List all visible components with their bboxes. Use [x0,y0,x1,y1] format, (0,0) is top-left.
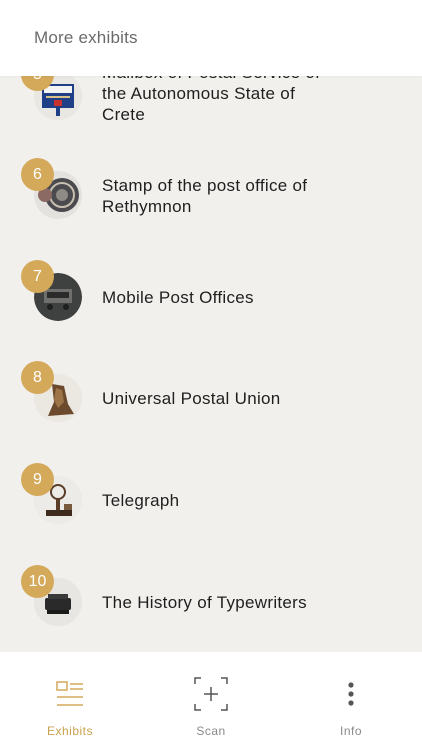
exhibit-number-badge: 9 [21,463,54,496]
exhibit-title: Stamp of the post office of Rethymnon [102,176,308,216]
exhibit-item-7[interactable]: 7 Mobile Post Offices [0,252,422,352]
exhibit-list: 5 Mailbox of Postal Service of the Auton… [0,0,422,652]
more-vertical-icon [331,674,371,714]
exhibit-title: Universal Postal Union [102,389,281,408]
exhibit-item-10[interactable]: 10 The History of Typewriters [0,557,422,652]
tab-label: Exhibits [46,724,94,738]
tab-label: Scan [196,724,226,738]
tab-label: Info [339,724,362,738]
exhibit-title: Mobile Post Offices [102,288,254,307]
exhibit-number-badge: 10 [21,565,54,598]
exhibit-item-8[interactable]: 8 Universal Postal Union [0,353,422,453]
exhibit-title: Telegraph [102,491,180,510]
exhibit-number-badge: 7 [21,260,54,293]
app-header: More exhibits [0,0,422,76]
exhibit-item-9[interactable]: 9 Telegraph [0,455,422,555]
exhibit-number-badge: 6 [21,158,54,191]
bottom-tab-bar: Exhibits Scan Info [0,652,422,750]
exhibit-number-badge: 8 [21,361,54,394]
tab-info[interactable]: Info [281,652,421,750]
tab-scan[interactable]: Scan [141,652,281,750]
page-title: More exhibits [34,28,138,47]
tab-exhibits[interactable]: Exhibits [0,652,140,750]
exhibit-item-6[interactable]: 6 Stamp of the post office of Rethymnon [0,150,422,250]
list-icon [50,674,90,714]
scan-icon [191,674,231,714]
exhibit-title: The History of Typewriters [102,593,307,612]
